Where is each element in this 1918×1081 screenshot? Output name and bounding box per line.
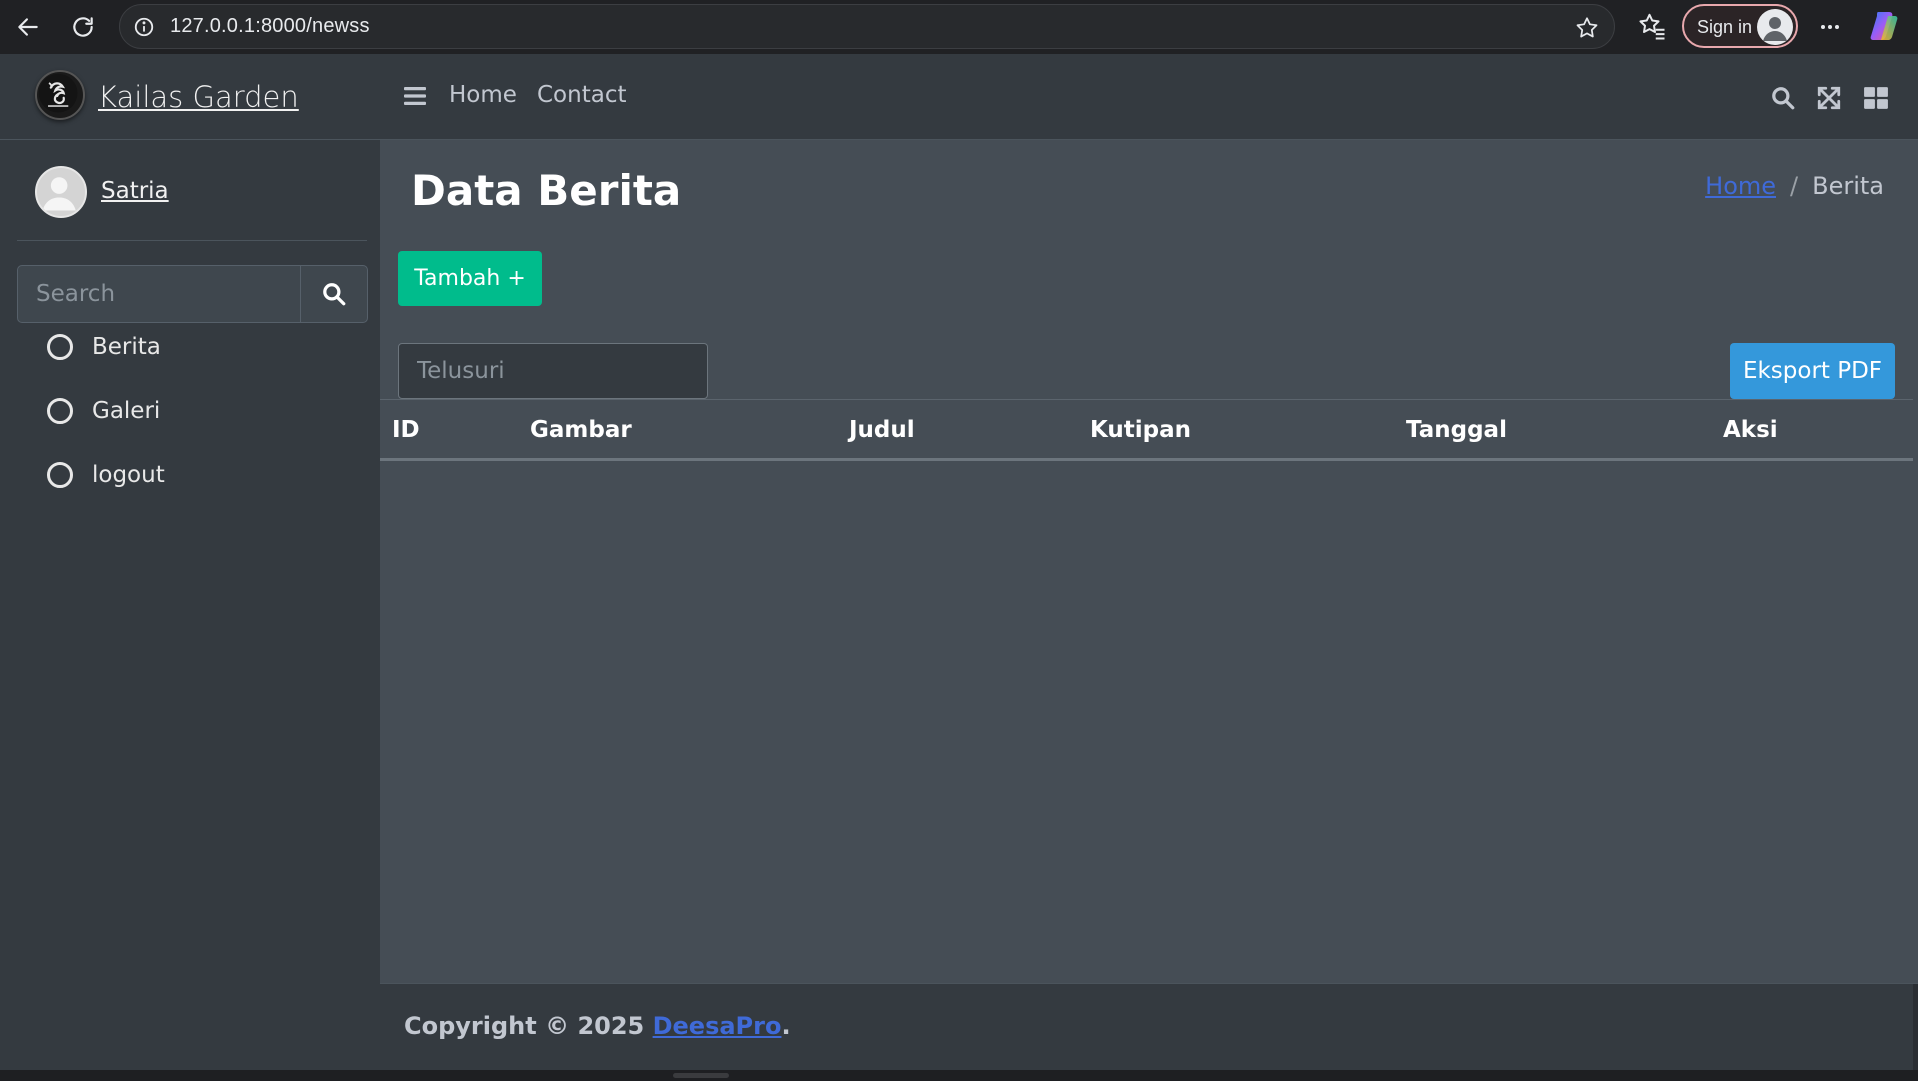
nav-link-contact[interactable]: Contact	[537, 82, 626, 108]
column-header-aksi[interactable]: Aksi	[1723, 417, 1778, 443]
sign-in-label: Sign in	[1697, 17, 1753, 37]
copilot-icon[interactable]	[1867, 8, 1903, 44]
scrollbar[interactable]	[1913, 984, 1918, 1071]
column-header-kutipan[interactable]: Kutipan	[1090, 417, 1191, 443]
footer: Copyright © 2025 DeesaPro.	[380, 983, 1918, 1071]
top-navbar: Home Contact	[380, 54, 1918, 140]
more-options-icon[interactable]	[1815, 12, 1845, 42]
copyright-suffix: .	[781, 1012, 791, 1040]
sidebar-item-berita[interactable]: Berita	[30, 319, 360, 375]
sidebar-item-label: Galeri	[92, 398, 161, 424]
search-icon[interactable]	[1770, 85, 1796, 111]
brand-name[interactable]: Kailas Garden	[98, 80, 299, 114]
nav-link-home[interactable]: Home	[449, 82, 517, 108]
column-header-gambar[interactable]: Gambar	[530, 417, 632, 443]
export-pdf-button[interactable]: Eksport PDF	[1730, 343, 1895, 399]
sign-in-button[interactable]: Sign in	[1682, 4, 1798, 48]
user-avatar[interactable]	[35, 166, 87, 218]
window-bottom-edge	[0, 1070, 1918, 1081]
table-search-input[interactable]	[399, 344, 707, 398]
horizontal-scroll-handle[interactable]	[673, 1073, 729, 1078]
user-name-link[interactable]: Satria	[101, 178, 169, 204]
sidebar: Kailas Garden Satria Berita Galeri logou…	[0, 54, 380, 1070]
favorites-icon[interactable]	[1637, 11, 1667, 41]
copyright-prefix: Copyright © 2025	[404, 1012, 653, 1040]
sidebar-item-label: logout	[92, 462, 165, 488]
sidebar-item-logout[interactable]: logout	[30, 447, 360, 503]
column-header-judul[interactable]: Judul	[849, 417, 915, 443]
brand-link[interactable]: Kailas Garden	[0, 54, 380, 140]
reload-button[interactable]	[63, 7, 103, 47]
column-header-id[interactable]: ID	[392, 417, 420, 443]
add-news-button[interactable]: Tambah +	[398, 251, 542, 306]
breadcrumb-current: Berita	[1812, 172, 1884, 200]
back-arrow-icon	[18, 18, 38, 36]
table-search	[398, 343, 708, 399]
fullscreen-icon[interactable]	[1816, 85, 1842, 111]
control-sidebar-icon[interactable]	[1863, 85, 1889, 111]
footer-brand-link[interactable]: DeesaPro	[653, 1012, 782, 1040]
url-text[interactable]: 127.0.0.1:8000/newss	[170, 15, 370, 38]
page-title: Data Berita	[411, 166, 682, 215]
sidebar-search	[17, 265, 368, 323]
circle-icon	[47, 462, 73, 488]
circle-icon	[47, 334, 73, 360]
brand-logo-icon	[35, 70, 85, 120]
star-icon[interactable]	[1574, 15, 1600, 41]
breadcrumb: Home / Berita	[1705, 172, 1884, 200]
circle-icon	[47, 398, 73, 424]
back-button[interactable]	[8, 7, 48, 47]
sidebar-search-button[interactable]	[300, 266, 367, 322]
table-header: ID Gambar Judul Kutipan Tanggal Aksi	[380, 399, 1913, 461]
user-panel: Satria	[17, 140, 367, 241]
column-header-tanggal[interactable]: Tanggal	[1406, 417, 1507, 443]
sidebar-item-galeri[interactable]: Galeri	[30, 383, 360, 439]
content-wrapper: Data Berita Home / Berita Tambah + Ekspo…	[380, 140, 1918, 983]
copyright-text: Copyright © 2025 DeesaPro.	[404, 1012, 791, 1040]
reload-icon	[73, 17, 93, 37]
browser-toolbar: 127.0.0.1:8000/newss Sign in	[0, 0, 1918, 54]
sidebar-search-input[interactable]	[18, 266, 301, 322]
hamburger-menu-icon[interactable]	[403, 84, 427, 108]
profile-avatar-icon	[1757, 9, 1793, 45]
address-bar[interactable]: 127.0.0.1:8000/newss	[119, 4, 1615, 49]
info-icon[interactable]	[133, 16, 155, 38]
breadcrumb-separator: /	[1790, 172, 1799, 200]
sidebar-item-label: Berita	[92, 334, 161, 360]
search-icon	[323, 283, 346, 306]
breadcrumb-home-link[interactable]: Home	[1705, 172, 1776, 200]
